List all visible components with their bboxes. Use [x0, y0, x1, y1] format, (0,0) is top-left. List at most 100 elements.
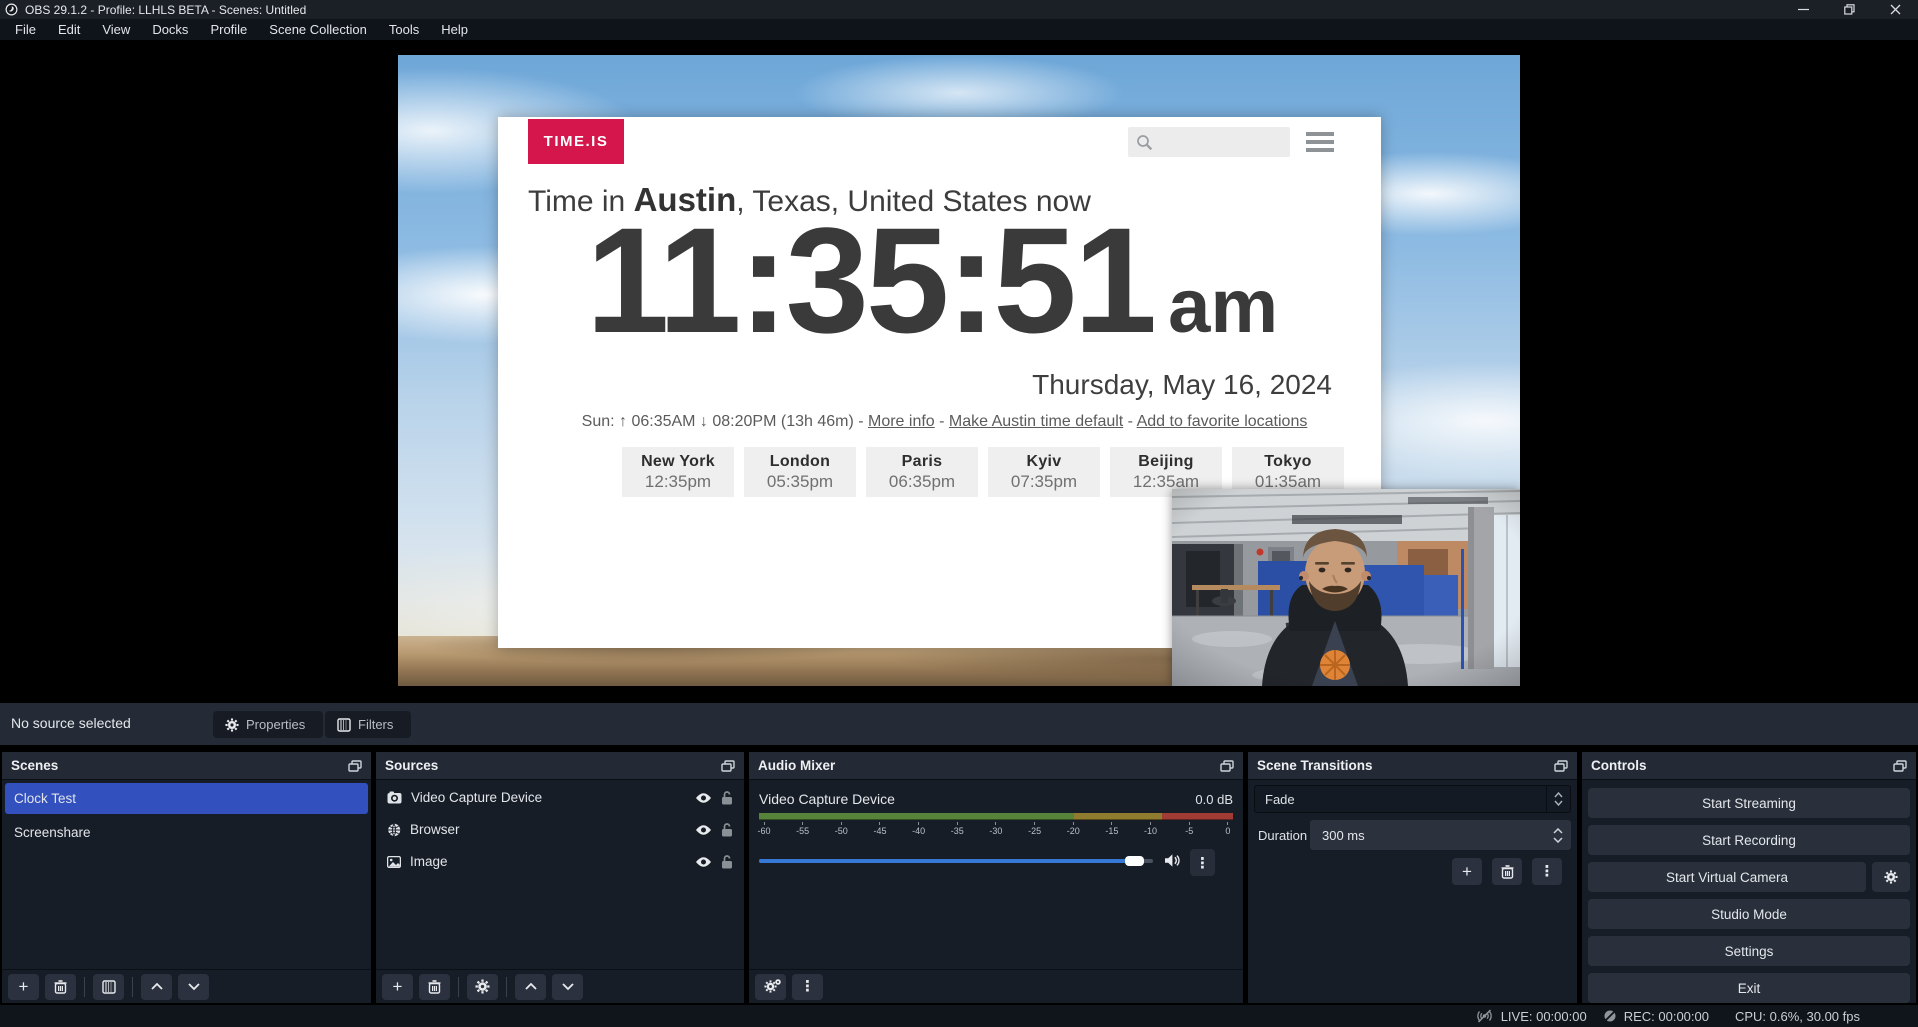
source-up-button[interactable]: [515, 974, 546, 1000]
combo-chevrons[interactable]: [1546, 786, 1570, 812]
scene-down-button[interactable]: [178, 974, 209, 1000]
obs-window: OBS 29.1.2 - Profile: LLHLS BETA - Scene…: [0, 0, 1918, 1027]
volume-meter: [759, 813, 1233, 820]
transition-select[interactable]: Fade: [1254, 785, 1571, 813]
remove-source-button[interactable]: [419, 974, 450, 1000]
hamburger-menu-icon: [1306, 132, 1334, 156]
add-scene-button[interactable]: +: [8, 974, 39, 1000]
city-box: Paris06:35pm: [866, 447, 978, 497]
more-info-link: More info: [868, 413, 935, 430]
toolbar-separator: [458, 977, 459, 997]
meter-scale: -60 -55 -50 -45 -40 -35 -30 -25 -20 -15 …: [753, 822, 1239, 836]
visibility-eye-icon[interactable]: [695, 792, 712, 804]
window-title: OBS 29.1.2 - Profile: LLHLS BETA - Scene…: [25, 3, 306, 17]
menu-profile[interactable]: Profile: [199, 19, 258, 40]
close-button[interactable]: [1872, 0, 1918, 19]
menu-help[interactable]: Help: [430, 19, 479, 40]
make-default-link: Make Austin time default: [949, 413, 1123, 430]
start-streaming-button[interactable]: Start Streaming: [1588, 788, 1910, 818]
duration-spinner[interactable]: 300 ms: [1310, 820, 1571, 850]
popout-icon[interactable]: [1220, 760, 1234, 772]
sources-panel-header[interactable]: Sources: [376, 752, 744, 780]
rec-time: REC: 00:00:00: [1624, 1009, 1709, 1024]
scene-transitions-panel: Scene Transitions Fade Duration 300 ms: [1248, 752, 1577, 1003]
menu-file[interactable]: File: [4, 19, 47, 40]
remove-transition-button[interactable]: [1492, 858, 1522, 885]
controls-header[interactable]: Controls: [1582, 752, 1916, 780]
scene-item-screenshare[interactable]: Screenshare: [5, 817, 368, 848]
lock-icon[interactable]: [721, 854, 733, 869]
transition-properties-button[interactable]: ⋮: [1532, 858, 1562, 885]
source-item-video-capture[interactable]: Video Capture Device: [380, 783, 740, 812]
restore-button[interactable]: [1826, 0, 1872, 19]
add-transition-button[interactable]: +: [1452, 858, 1482, 885]
volume-slider[interactable]: [759, 856, 1153, 866]
source-item-browser[interactable]: Browser: [380, 815, 740, 844]
menu-docks[interactable]: Docks: [141, 19, 199, 40]
toolbar-separator: [132, 977, 133, 997]
menu-scene-collection[interactable]: Scene Collection: [258, 19, 378, 40]
audio-mixer-panel: Audio Mixer Video Capture Device 0.0 dB …: [749, 752, 1243, 1003]
menu-view[interactable]: View: [91, 19, 141, 40]
webcam-overlay: [1172, 489, 1520, 686]
status-bar: LIVE: 00:00:00 REC: 00:00:00 CPU: 0.6%, …: [0, 1005, 1918, 1027]
titlebar[interactable]: OBS 29.1.2 - Profile: LLHLS BETA - Scene…: [0, 0, 1918, 19]
mixer-options-button[interactable]: ⋮: [1190, 849, 1215, 876]
live-time: LIVE: 00:00:00: [1501, 1009, 1587, 1024]
image-icon: [387, 856, 401, 868]
minimize-button[interactable]: [1780, 0, 1826, 19]
audio-mixer-header[interactable]: Audio Mixer: [749, 752, 1243, 780]
add-source-button[interactable]: +: [382, 974, 413, 1000]
visibility-eye-icon[interactable]: [695, 856, 712, 868]
settings-button[interactable]: Settings: [1588, 936, 1910, 966]
duration-value: 300 ms: [1310, 828, 1545, 843]
transition-selected-value: Fade: [1255, 792, 1546, 807]
scenes-panel-header[interactable]: Scenes: [2, 752, 371, 780]
filters-button[interactable]: Filters: [325, 711, 411, 738]
audio-mixer-title: Audio Mixer: [758, 758, 835, 773]
menu-tools[interactable]: Tools: [378, 19, 430, 40]
scenes-title: Scenes: [11, 758, 58, 773]
studio-mode-button[interactable]: Studio Mode: [1588, 899, 1910, 929]
lock-icon[interactable]: [721, 790, 733, 805]
timeis-date: Thursday, May 16, 2024: [1032, 369, 1332, 401]
mixer-menu-button[interactable]: ⋮: [792, 974, 823, 1000]
scene-preview[interactable]: TIME.IS Time in Austin, Texas, United St…: [398, 55, 1520, 686]
clock-time: 11:35:51: [586, 205, 1154, 355]
start-virtual-camera-button[interactable]: Start Virtual Camera: [1588, 862, 1866, 892]
lock-icon[interactable]: [721, 822, 733, 837]
scene-filters-button[interactable]: [93, 974, 124, 1000]
scene-up-button[interactable]: [141, 974, 172, 1000]
advanced-audio-button[interactable]: [755, 974, 786, 1000]
spin-down-icon[interactable]: [1553, 837, 1563, 843]
controls-panel: Controls Start Streaming Start Recording…: [1582, 752, 1916, 1003]
start-recording-button[interactable]: Start Recording: [1588, 825, 1910, 855]
popout-icon[interactable]: [348, 760, 362, 772]
source-properties-button[interactable]: [467, 974, 498, 1000]
source-item-image[interactable]: Image: [380, 847, 740, 876]
speaker-icon[interactable]: [1164, 853, 1181, 868]
duration-label: Duration: [1254, 828, 1310, 843]
properties-button[interactable]: Properties: [213, 711, 323, 738]
volume-slider-handle[interactable]: [1125, 856, 1144, 866]
remove-scene-button[interactable]: [45, 974, 76, 1000]
popout-icon[interactable]: [1893, 760, 1907, 772]
spin-up-icon[interactable]: [1553, 828, 1563, 834]
virtual-camera-config-button[interactable]: [1872, 862, 1910, 892]
controls-title: Controls: [1591, 758, 1647, 773]
visibility-eye-icon[interactable]: [695, 824, 712, 836]
timeis-search-box: [1128, 127, 1290, 157]
scenes-panel: Scenes Clock Test Screenshare +: [2, 752, 371, 1003]
gear-icon: [225, 718, 239, 732]
menu-edit[interactable]: Edit: [47, 19, 91, 40]
source-down-button[interactable]: [552, 974, 583, 1000]
transitions-title: Scene Transitions: [1257, 758, 1373, 773]
filter-icon: [337, 718, 351, 732]
audio-mixer-toolbar: ⋮: [749, 969, 1243, 1003]
add-favorite-link: Add to favorite locations: [1137, 413, 1308, 430]
scene-item-clock-test[interactable]: Clock Test: [5, 783, 368, 814]
popout-icon[interactable]: [721, 760, 735, 772]
transitions-header[interactable]: Scene Transitions: [1248, 752, 1577, 780]
popout-icon[interactable]: [1554, 760, 1568, 772]
exit-button[interactable]: Exit: [1588, 973, 1910, 1003]
